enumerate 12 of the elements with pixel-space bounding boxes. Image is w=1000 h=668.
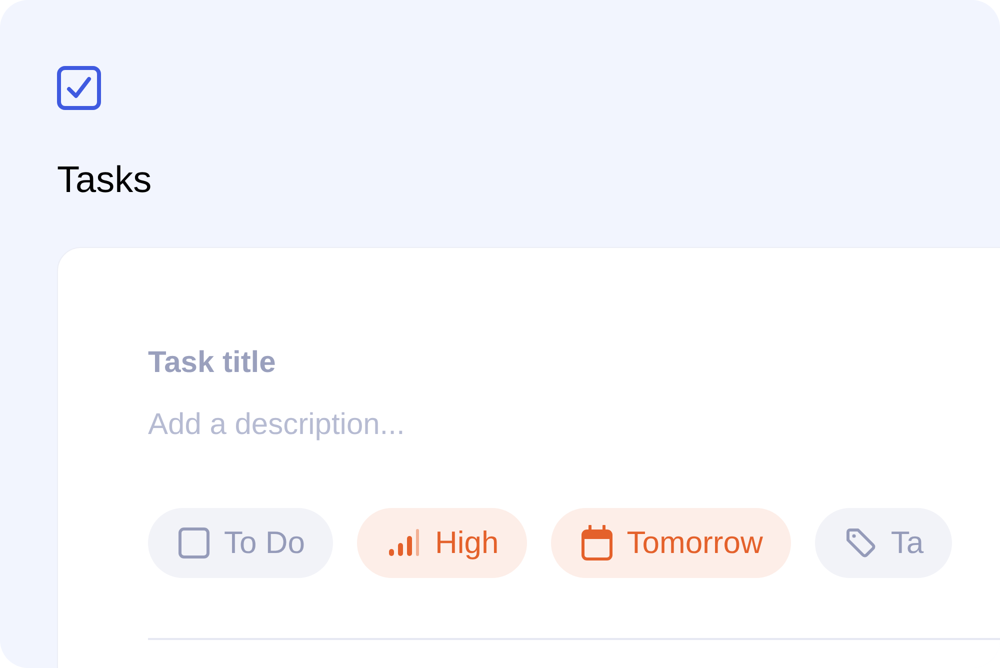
date-chip[interactable]: Tomorrow: [550, 508, 791, 578]
title-field[interactable]: Task title: [148, 343, 848, 383]
page-title: Tasks: [57, 158, 152, 202]
signal-bars-icon: [386, 527, 421, 559]
checkbox-logo-icon: [57, 66, 101, 110]
status-chip[interactable]: To Do: [148, 508, 333, 578]
tag-chip[interactable]: Ta: [814, 508, 952, 578]
calendar-icon: [580, 525, 613, 561]
description-field[interactable]: Add a description...: [148, 405, 848, 445]
square-icon: [178, 527, 210, 559]
tag-icon: [844, 527, 877, 559]
priority-chip[interactable]: High: [356, 508, 527, 578]
